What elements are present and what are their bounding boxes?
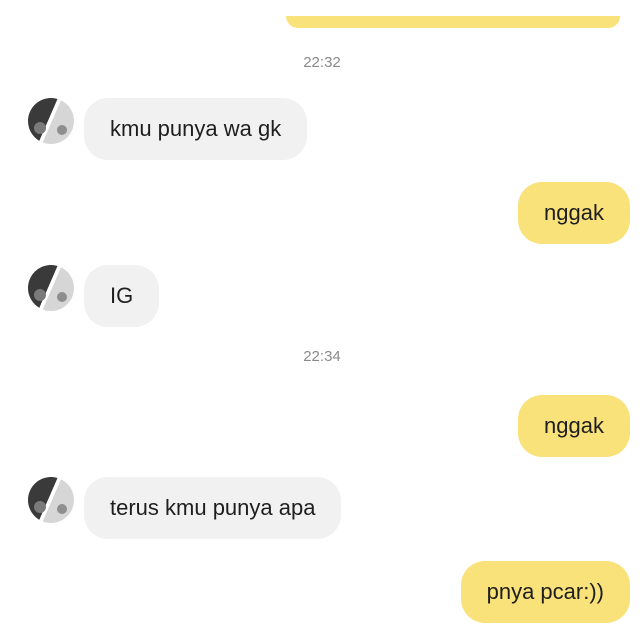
timestamp: 22:32 <box>303 54 341 71</box>
profile-avatar-icon <box>28 265 74 311</box>
timestamp: 22:34 <box>303 348 341 365</box>
profile-avatar-icon <box>28 98 74 144</box>
sender-avatar[interactable] <box>28 477 74 523</box>
chat-thread: 22:32 kmu punya wa gk nggak IG 22:34 ngg… <box>0 0 644 644</box>
incoming-message-bubble[interactable]: kmu punya wa gk <box>84 98 308 160</box>
outgoing-message-bubble[interactable]: pnya pcar:)) <box>460 561 630 623</box>
outgoing-message-bubble[interactable]: nggak <box>518 182 630 244</box>
sender-avatar[interactable] <box>28 265 74 311</box>
sender-avatar[interactable] <box>28 98 74 144</box>
incoming-message-bubble[interactable]: terus kmu punya apa <box>84 477 342 539</box>
outgoing-message-bubble[interactable]: nggak <box>518 395 630 457</box>
profile-avatar-icon <box>28 477 74 523</box>
incoming-message-bubble[interactable]: IG <box>84 265 160 327</box>
previous-outgoing-bubble[interactable] <box>286 16 620 28</box>
